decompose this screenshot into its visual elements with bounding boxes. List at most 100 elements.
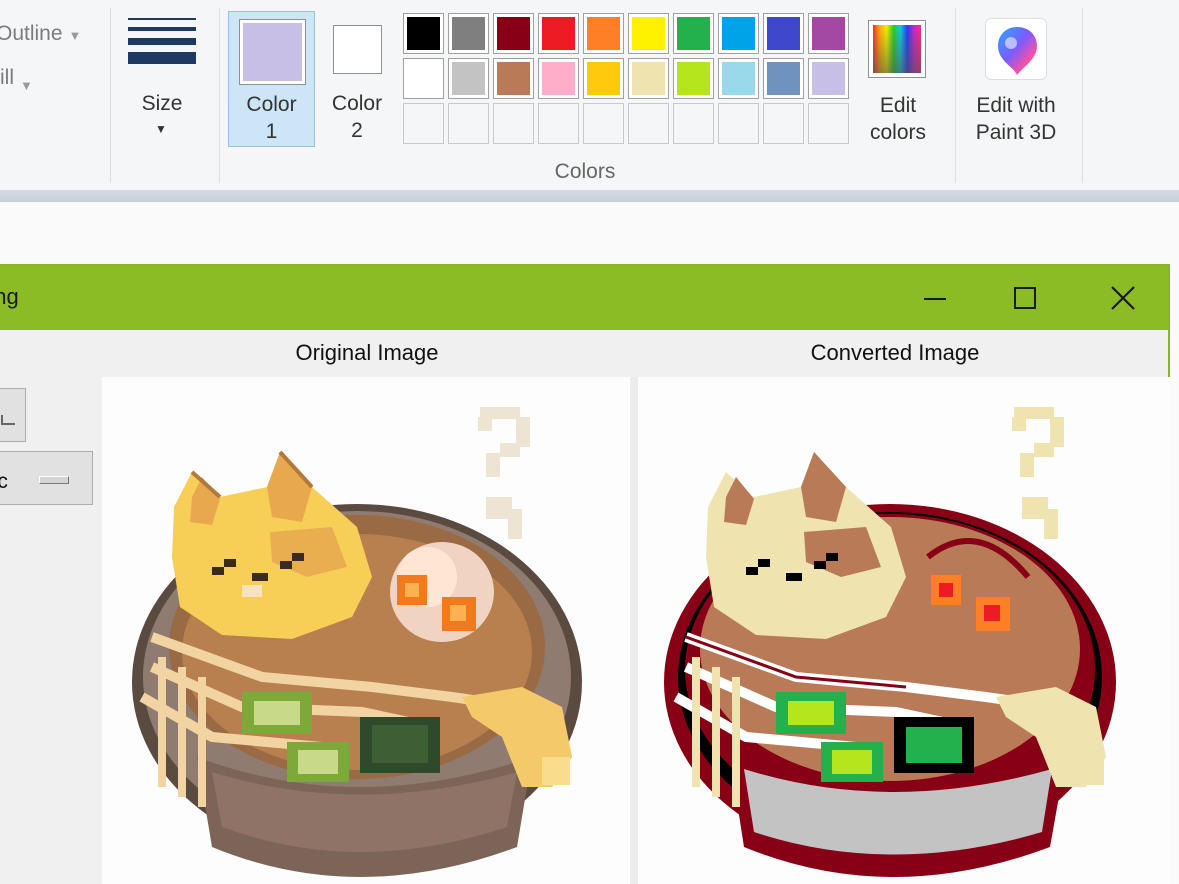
palette-swatch[interactable]: [718, 103, 759, 144]
palette-swatch[interactable]: [583, 58, 624, 99]
palette-swatch[interactable]: [403, 58, 444, 99]
window-titlebar[interactable]: png: [0, 266, 1168, 330]
palette-swatch[interactable]: [538, 103, 579, 144]
palette-swatch[interactable]: [403, 13, 444, 54]
color-spectrum-icon: [868, 20, 926, 78]
minimize-button[interactable]: [890, 266, 980, 330]
size-label: Size: [141, 92, 183, 115]
color1-swatch: [239, 19, 306, 85]
palette-swatch[interactable]: [493, 103, 534, 144]
swatch-fill: [812, 17, 845, 50]
fill-dropdown[interactable]: Fill ▼: [0, 66, 33, 96]
ramen-cat-original: [132, 407, 582, 877]
chevron-down-icon: ▼: [20, 78, 33, 93]
color2-button[interactable]: Color 2: [322, 11, 392, 147]
paint3d-label-line2: Paint 3D: [975, 121, 1057, 144]
palette-swatch[interactable]: [628, 58, 669, 99]
ribbon: Outline ▼ Fill ▼ Size ▼ Color 1 Color 2: [0, 0, 1179, 193]
swatch-fill: [587, 17, 620, 50]
swatch-fill: [407, 62, 440, 95]
minimize-icon: [924, 298, 946, 300]
original-image: [102, 377, 630, 884]
swatch-fill: [677, 17, 710, 50]
colors-group-label: Colors: [554, 160, 616, 183]
swatch-fill: [632, 62, 665, 95]
swatch-fill: [452, 62, 485, 95]
swatch-fill: [722, 62, 755, 95]
edit-colors-label-line2: colors: [869, 121, 927, 144]
ribbon-separator: [1082, 8, 1083, 183]
swatch-fill: [497, 62, 530, 95]
palette-swatch[interactable]: [763, 58, 804, 99]
converted-image-label: Converted Image: [810, 340, 980, 365]
edit-with-paint3d-button[interactable]: Edit with Paint 3D: [968, 14, 1064, 149]
swatch-fill: [722, 17, 755, 50]
fill-label: Fill: [0, 66, 14, 89]
color1-label: Color: [246, 93, 297, 116]
palette-swatch[interactable]: [808, 13, 849, 54]
side-button-1[interactable]: [0, 388, 26, 442]
palette-swatch[interactable]: [808, 58, 849, 99]
color2-swatch: [333, 25, 382, 74]
ribbon-border: [0, 190, 1179, 202]
paint3d-label-line1: Edit with: [976, 94, 1056, 117]
palette-swatch[interactable]: [673, 103, 714, 144]
color1-button[interactable]: Color 1: [228, 11, 315, 147]
palette-swatch[interactable]: [628, 13, 669, 54]
palette-swatch[interactable]: [583, 103, 624, 144]
palette-swatch[interactable]: [808, 103, 849, 144]
color1-number: 1: [265, 120, 278, 143]
color-palette: [403, 13, 853, 148]
chevron-down-icon: ▼: [155, 122, 167, 136]
palette-swatch[interactable]: [493, 58, 534, 99]
palette-swatch[interactable]: [403, 103, 444, 144]
palette-swatch[interactable]: [538, 58, 579, 99]
ribbon-separator: [219, 8, 220, 183]
line-size-icon: [128, 18, 196, 71]
palette-swatch[interactable]: [763, 13, 804, 54]
swatch-fill: [767, 17, 800, 50]
side-button-2-label: pic: [0, 470, 8, 493]
swatch-fill: [767, 62, 800, 95]
chevron-down-icon: ▼: [68, 28, 82, 43]
color2-number: 2: [351, 119, 363, 142]
window-title: png: [0, 284, 19, 309]
close-button[interactable]: [1078, 266, 1168, 330]
palette-swatch[interactable]: [718, 58, 759, 99]
maximize-button[interactable]: [980, 266, 1070, 330]
side-button-2[interactable]: pic: [0, 451, 93, 505]
palette-swatch[interactable]: [673, 58, 714, 99]
ribbon-separator: [110, 8, 111, 183]
palette-swatch[interactable]: [673, 13, 714, 54]
palette-swatch[interactable]: [583, 13, 624, 54]
swatch-fill: [407, 17, 440, 50]
swatch-fill: [497, 17, 530, 50]
palette-swatch[interactable]: [628, 103, 669, 144]
swatch-fill: [542, 62, 575, 95]
outline-label: Outline: [0, 22, 63, 45]
swatch-fill: [677, 62, 710, 95]
color2-label: Color: [331, 92, 383, 115]
converter-window: png pic Original Image Converted Image: [0, 264, 1170, 884]
maximize-icon: [1014, 287, 1036, 309]
panel-divider: [630, 377, 638, 884]
outline-dropdown[interactable]: Outline ▼: [0, 22, 81, 46]
dropdown-grip-icon: [39, 476, 69, 484]
palette-swatch[interactable]: [448, 58, 489, 99]
swatch-fill: [632, 17, 665, 50]
swatch-fill: [812, 62, 845, 95]
swatch-fill: [452, 17, 485, 50]
size-button[interactable]: Size ▼: [118, 10, 206, 150]
swatch-fill: [587, 62, 620, 95]
palette-swatch[interactable]: [538, 13, 579, 54]
palette-swatch[interactable]: [448, 103, 489, 144]
close-icon: [1111, 286, 1135, 310]
edit-colors-button[interactable]: Edit colors: [862, 14, 934, 149]
ribbon-separator: [955, 8, 956, 183]
palette-swatch[interactable]: [763, 103, 804, 144]
swatch-fill: [542, 17, 575, 50]
palette-swatch[interactable]: [448, 13, 489, 54]
palette-swatch[interactable]: [493, 13, 534, 54]
button-icon: [1, 415, 15, 425]
palette-swatch[interactable]: [718, 13, 759, 54]
